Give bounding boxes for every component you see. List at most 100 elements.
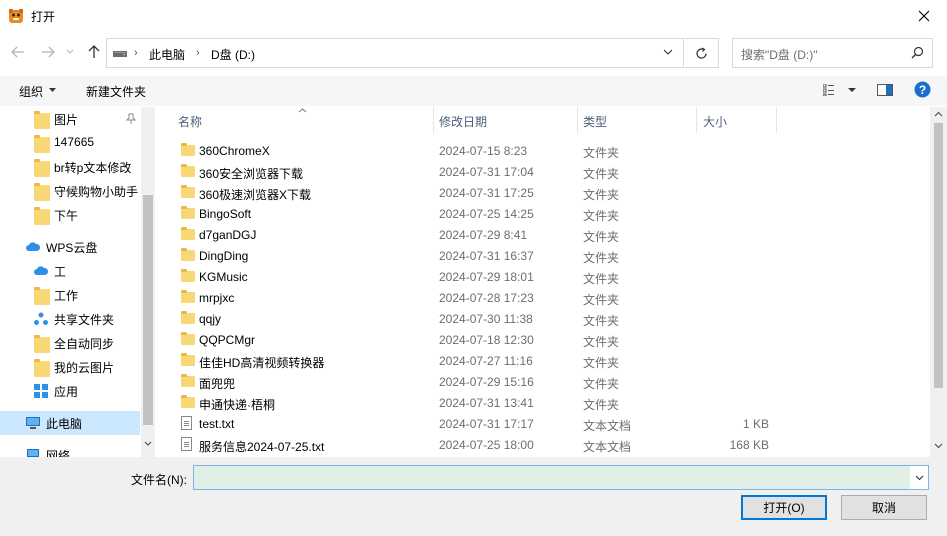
caret-down-icon[interactable] [848,88,856,92]
file-type: 文件夹 [583,398,620,412]
chevron-up-icon[interactable] [934,111,943,117]
file-name: KGMusic [199,270,248,284]
file-name: mrpjxc [199,291,235,305]
file-row[interactable]: 360极速浏览器X下载 2024-07-31 17:25 文件夹 [158,182,930,203]
file-type: 文件夹 [583,356,620,370]
sidebar-item-147665[interactable]: 147665 [0,131,140,155]
file-row[interactable]: qqjy 2024-07-30 11:38 文件夹 [158,308,930,329]
file-row[interactable]: KGMusic 2024-07-29 18:01 文件夹 [158,266,930,287]
open-button[interactable]: 打开(O) [741,495,827,520]
sidebar-item-apps[interactable]: 应用 [0,379,140,403]
file-name: 佳佳HD高清视频转换器 [199,356,325,370]
sidebar-item-pictures[interactable]: 图片 [0,107,140,131]
sidebar-item-shared-folder[interactable]: 共享文件夹 [0,307,140,331]
refresh-button[interactable] [685,38,719,68]
column-header-type[interactable]: 类型 [583,107,607,133]
sidebar-item-this-pc[interactable]: 此电脑 [0,411,140,435]
sidebar-item-afternoon[interactable]: 下午 [0,203,140,227]
computer-icon [26,417,40,429]
folder-icon [181,227,195,240]
sidebar-item-auto-sync[interactable]: 全自动同步 [0,331,140,355]
help-icon[interactable]: ? [914,81,931,98]
file-row[interactable]: BingoSoft 2024-07-25 14:25 文件夹 [158,203,930,224]
file-type: 文件夹 [583,251,620,265]
sidebar-item-shopping-helper[interactable]: 守候购物小助手 [0,179,140,203]
file-row[interactable]: test.txt 2024-07-31 17:17 文本文档 1 KB [158,413,930,434]
column-header-name[interactable]: 名称 [178,107,202,133]
file-list-scrollbar[interactable] [930,107,947,457]
search-box[interactable]: 搜索"D盘 (D:)" [732,38,933,68]
file-date: 2024-07-31 17:25 [439,186,534,200]
file-date: 2024-07-31 17:17 [439,417,534,431]
close-button[interactable] [901,0,947,32]
file-date: 2024-07-15 8:23 [439,144,528,158]
file-name: 申通快递·梧桐 [199,398,275,412]
sidebar-item-cloud-pictures[interactable]: 我的云图片 [0,355,140,379]
preview-pane-icon[interactable] [877,84,893,96]
up-button[interactable] [84,42,104,62]
chevron-down-icon[interactable] [934,443,943,449]
arrow-left-icon [11,46,24,58]
sidebar-scrollbar[interactable] [141,107,155,457]
filename-history-dropdown[interactable] [910,466,928,489]
file-row[interactable]: QQPCMgr 2024-07-18 12:30 文件夹 [158,329,930,350]
network-icon [27,449,39,457]
file-name: 360安全浏览器下载 [199,167,304,181]
sidebar-item-wps-cloud[interactable]: WPS云盘 [0,235,140,259]
sidebar-item-label: 下午 [54,209,79,223]
column-divider[interactable] [433,107,434,133]
chevron-down-icon[interactable] [663,48,673,56]
file-row[interactable]: 佳佳HD高清视频转换器 2024-07-27 11:16 文件夹 [158,350,930,371]
breadcrumb-this-pc[interactable]: 此电脑 [149,46,185,63]
arrow-right-icon [42,46,55,58]
sidebar-item-label: WPS云盘 [46,241,98,255]
organize-menu[interactable]: 组织 [19,83,43,100]
file-row[interactable]: d7ganDGJ 2024-07-29 8:41 文件夹 [158,224,930,245]
file-row[interactable]: 面兜兜 2024-07-29 15:16 文件夹 [158,371,930,392]
file-type: 文本文档 [583,440,632,454]
folder-icon [181,290,195,303]
new-folder-button[interactable]: 新建文件夹 [86,83,146,100]
file-type: 文件夹 [583,335,620,349]
file-date: 2024-07-28 17:23 [439,291,534,305]
column-header-date[interactable]: 修改日期 [439,107,487,133]
breadcrumb-d-drive[interactable]: D盘 (D:) [211,46,255,63]
sidebar-scrollbar-thumb[interactable] [143,195,153,425]
view-options-icon[interactable] [823,84,839,96]
sidebar-item-br-text[interactable]: br转p文本修改 [0,155,140,179]
file-name: 服务信息2024-07-25.txt [199,440,325,454]
folder-icon [181,248,195,261]
sidebar-item-network[interactable]: 网络 [0,443,140,457]
column-divider[interactable] [776,107,777,133]
file-row[interactable]: 服务信息2024-07-25.txt 2024-07-25 18:00 文本文档 16… [158,434,930,455]
file-type: 文件夹 [583,314,620,328]
file-date: 2024-07-18 12:30 [439,333,534,347]
cancel-button[interactable]: 取消 [841,495,927,520]
back-button[interactable] [8,42,28,62]
sidebar-item-label: 147665 [54,135,95,149]
filename-input[interactable] [193,465,929,490]
column-divider[interactable] [577,107,578,133]
file-date: 2024-07-27 11:16 [439,354,533,368]
caret-down-icon [49,88,56,92]
file-row[interactable]: mrpjxc 2024-07-28 17:23 文件夹 [158,287,930,308]
file-row[interactable]: 申通快递·梧桐 2024-07-31 13:41 文件夹 [158,392,930,413]
file-list: 名称 修改日期 类型 大小 360ChromeX 2024-07-15 8:23 文… [158,107,930,457]
sidebar-item-gong[interactable]: 工 [0,259,140,283]
sidebar-item-work[interactable]: 工作 [0,283,140,307]
file-list-scrollbar-thumb[interactable] [934,123,943,388]
file-type: 文件夹 [583,146,620,160]
column-header-size[interactable]: 大小 [703,107,727,133]
folder-icon [181,374,195,387]
file-row[interactable]: 360安全浏览器下载 2024-07-31 17:04 文件夹 [158,161,930,182]
column-divider[interactable] [696,107,697,133]
recent-locations-button[interactable] [60,42,80,62]
file-row[interactable]: DingDing 2024-07-31 16:37 文件夹 [158,245,930,266]
close-icon [918,10,930,22]
file-row[interactable]: 360ChromeX 2024-07-15 8:23 文件夹 [158,140,930,161]
chevron-down-icon[interactable] [144,441,152,447]
sidebar-item-label: 我的云图片 [54,361,115,375]
address-bar[interactable]: › 此电脑 › D盘 (D:) [106,38,684,68]
forward-button[interactable] [38,42,58,62]
folder-icon [34,183,50,201]
